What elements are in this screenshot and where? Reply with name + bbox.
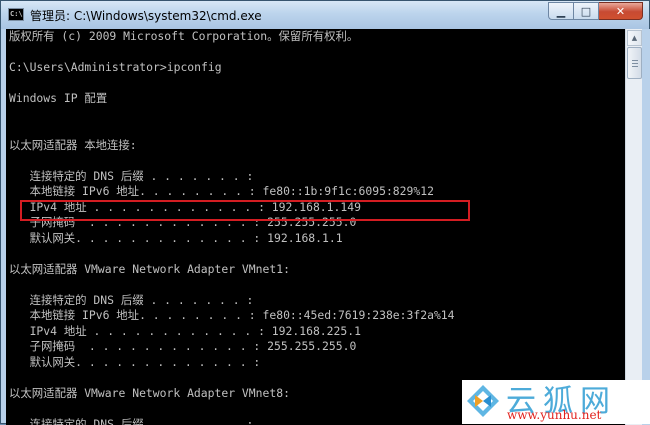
window-title: 管理员: C:\Windows\system32\cmd.exe (30, 7, 262, 24)
console-line: 本地链接 IPv6 地址. . . . . . . . : fe80::1b:9… (9, 184, 455, 200)
console-line: 以太网适配器 VMware Network Adapter VMnet8: (9, 386, 455, 402)
watermark-url: www.yunhu.net (507, 408, 601, 422)
scroll-up-arrow-icon[interactable]: ▲ (627, 30, 642, 46)
scroll-thumb[interactable] (627, 47, 642, 79)
console-line: 连接特定的 DNS 后缀 . . . . . . . : (9, 169, 455, 185)
ipv4-highlight-box (20, 200, 470, 221)
console-line: 版权所有 (c) 2009 Microsoft Corporation。保留所有… (9, 29, 455, 45)
console-line: 默认网关. . . . . . . . . . . . . : 192.168.… (9, 231, 455, 247)
console-line: 以太网适配器 本地连接: (9, 138, 455, 154)
console-line: 默认网关. . . . . . . . . . . . . : (9, 355, 455, 371)
console-line (9, 153, 455, 169)
console-line: 子网掩码 . . . . . . . . . . . . : 255.255.2… (9, 339, 455, 355)
cmd-app-icon[interactable]: C:\ (8, 8, 24, 21)
console-line: IPv4 地址 . . . . . . . . . . . . : 192.16… (9, 324, 455, 340)
console-line: Windows IP 配置 (9, 91, 455, 107)
watermark: 云狐网 www.yunhu.net (462, 380, 650, 424)
console-line (9, 370, 455, 386)
console-line (9, 76, 455, 92)
console-line: 以太网适配器 VMware Network Adapter VMnet1: (9, 262, 455, 278)
console-line: 本地链接 IPv6 地址. . . . . . . . : fe80::45ed… (9, 308, 455, 324)
yunhu-logo-icon (466, 384, 500, 418)
grip-line (632, 66, 638, 67)
close-button[interactable]: ✕ (599, 2, 643, 20)
console-line (9, 246, 455, 262)
console-text: 版权所有 (c) 2009 Microsoft Corporation。保留所有… (9, 29, 455, 425)
grip-line (632, 60, 638, 61)
console-line (9, 107, 455, 123)
console-line: 连接特定的 DNS 后缀 . . . . . . . : (9, 293, 455, 309)
grip-line (632, 63, 638, 64)
maximize-button[interactable]: □ (574, 2, 599, 20)
vertical-scrollbar[interactable]: ▲ (625, 29, 642, 425)
minimize-button[interactable]: ▁ (548, 2, 574, 20)
console-line (9, 45, 455, 61)
title-bar[interactable]: C:\ 管理员: C:\Windows\system32\cmd.exe ▁ □… (1, 1, 649, 29)
console-line (9, 401, 455, 417)
window-controls: ▁ □ ✕ (548, 2, 643, 20)
window-border (642, 29, 650, 425)
console-output[interactable]: 版权所有 (c) 2009 Microsoft Corporation。保留所有… (6, 29, 625, 425)
console-line (9, 277, 455, 293)
console-line: C:\Users\Administrator>ipconfig (9, 60, 455, 76)
cmd-window: C:\ 管理员: C:\Windows\system32\cmd.exe ▁ □… (0, 0, 650, 424)
console-line (9, 122, 455, 138)
